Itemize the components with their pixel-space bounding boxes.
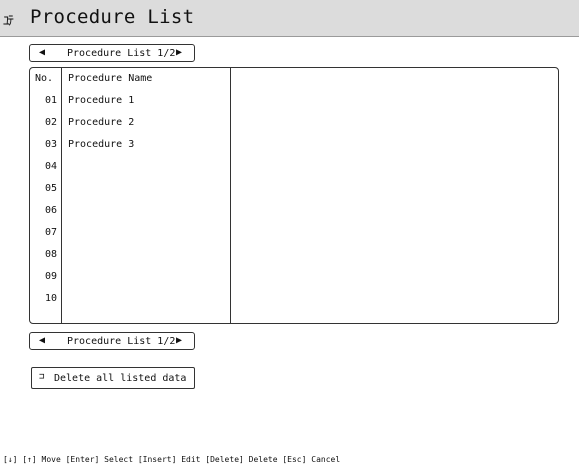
row-number: 03 [44,139,57,150]
row-number: 01 [44,95,57,106]
table-row[interactable]: 03 Procedure 3 [30,134,558,156]
row-number: 08 [44,249,57,260]
page-title: Procedure List [30,6,195,28]
prev-page-icon[interactable]: ◀ [39,47,45,58]
pager-label: Procedure List 1/2 [67,336,176,347]
table-row[interactable]: 04 [30,156,558,178]
table-header: No. Procedure Name [30,68,558,90]
title-bar: ﾕﾃ Procedure List [0,0,579,37]
row-number: 06 [44,205,57,216]
row-number: 02 [44,117,57,128]
key-help-bar: [↓] [↑] Move [Enter] Select [Insert] Edi… [3,455,341,464]
delete-all-button[interactable]: ⊐ Delete all listed data [31,367,195,389]
row-name: Procedure 1 [68,95,135,106]
next-page-icon[interactable]: ▶ [176,335,182,346]
row-number: 05 [44,183,57,194]
table-row[interactable]: 09 [30,266,558,288]
prev-page-icon[interactable]: ◀ [39,335,45,346]
procedure-icon: ﾕﾃ [3,14,14,29]
row-number: 07 [44,227,57,238]
table-row[interactable]: 05 [30,178,558,200]
row-name: Procedure 3 [68,139,135,150]
row-name: Procedure 2 [68,117,135,128]
pager-label: Procedure List 1/2 [67,48,176,59]
row-number: 10 [44,293,57,304]
row-number: 09 [44,271,57,282]
row-number: 04 [44,161,57,172]
table-row[interactable]: 08 [30,244,558,266]
table-row[interactable]: 07 [30,222,558,244]
procedure-table: No. Procedure Name 01 Procedure 1 02 Pro… [29,67,559,324]
table-row[interactable]: 01 Procedure 1 [30,90,558,112]
pager-top: ◀ Procedure List 1/2 ▶ [29,44,195,62]
table-row[interactable]: 10 [30,288,558,310]
table-row[interactable]: 06 [30,200,558,222]
pager-bottom: ◀ Procedure List 1/2 ▶ [29,332,195,350]
delete-all-label: Delete all listed data [54,373,187,384]
next-page-icon[interactable]: ▶ [176,47,182,58]
header-no: No. [35,73,54,84]
delete-list-icon: ⊐ [39,372,45,382]
header-name: Procedure Name [68,73,153,84]
table-row[interactable]: 02 Procedure 2 [30,112,558,134]
